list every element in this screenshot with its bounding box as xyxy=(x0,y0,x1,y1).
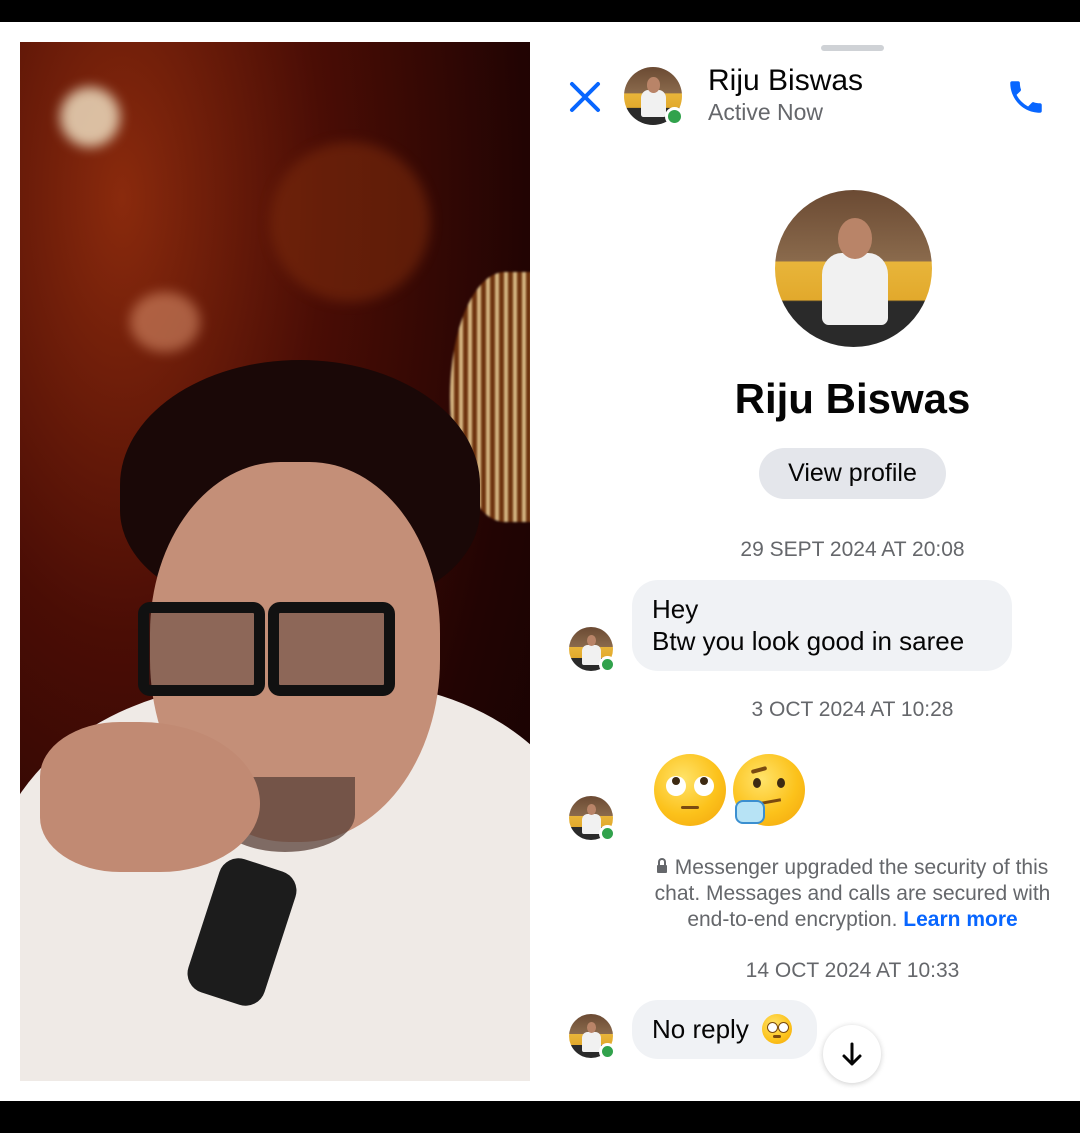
chat-contact-name[interactable]: Riju Biswas xyxy=(708,64,863,98)
message-text-line: Btw you look good in saree xyxy=(652,626,965,656)
learn-more-link[interactable]: Learn more xyxy=(903,908,1017,931)
profile-name: Riju Biswas xyxy=(734,375,971,422)
eye-roll-emoji[interactable] xyxy=(654,754,726,826)
lock-icon xyxy=(656,858,667,873)
flushed-emoji xyxy=(762,1014,793,1045)
security-notice: Messenger upgraded the security of this … xyxy=(640,855,1065,933)
message-timestamp: 14 OCT 2024 AT 10:33 xyxy=(745,959,960,982)
close-icon xyxy=(570,82,600,112)
portrait-photo xyxy=(20,42,530,1081)
profile-avatar-large[interactable] xyxy=(775,190,932,347)
phone-icon xyxy=(1010,81,1042,113)
message-bubble[interactable]: Hey Btw you look good in saree xyxy=(632,580,1012,671)
message-timestamp: 3 OCT 2024 AT 10:28 xyxy=(751,698,954,721)
online-indicator xyxy=(665,107,684,126)
message-timestamp: 29 SEPT 2024 AT 20:08 xyxy=(740,538,965,561)
call-button[interactable] xyxy=(1005,76,1047,118)
thinking-emoji[interactable] xyxy=(733,754,805,826)
close-button[interactable] xyxy=(566,78,604,116)
active-status: Active Now xyxy=(708,99,824,125)
top-black-bar xyxy=(0,0,1080,22)
online-indicator xyxy=(599,656,616,673)
view-profile-button[interactable]: View profile xyxy=(759,448,946,499)
online-indicator xyxy=(599,1043,616,1060)
message-text: No reply xyxy=(652,1014,749,1044)
sheet-grab-handle[interactable] xyxy=(821,45,884,51)
arrow-down-icon xyxy=(842,1042,862,1066)
message-text-line: Hey xyxy=(652,594,699,624)
bottom-black-bar xyxy=(0,1101,1080,1133)
scroll-to-bottom-button[interactable] xyxy=(823,1025,881,1083)
online-indicator xyxy=(599,825,616,842)
message-bubble[interactable]: No reply xyxy=(632,1000,817,1059)
